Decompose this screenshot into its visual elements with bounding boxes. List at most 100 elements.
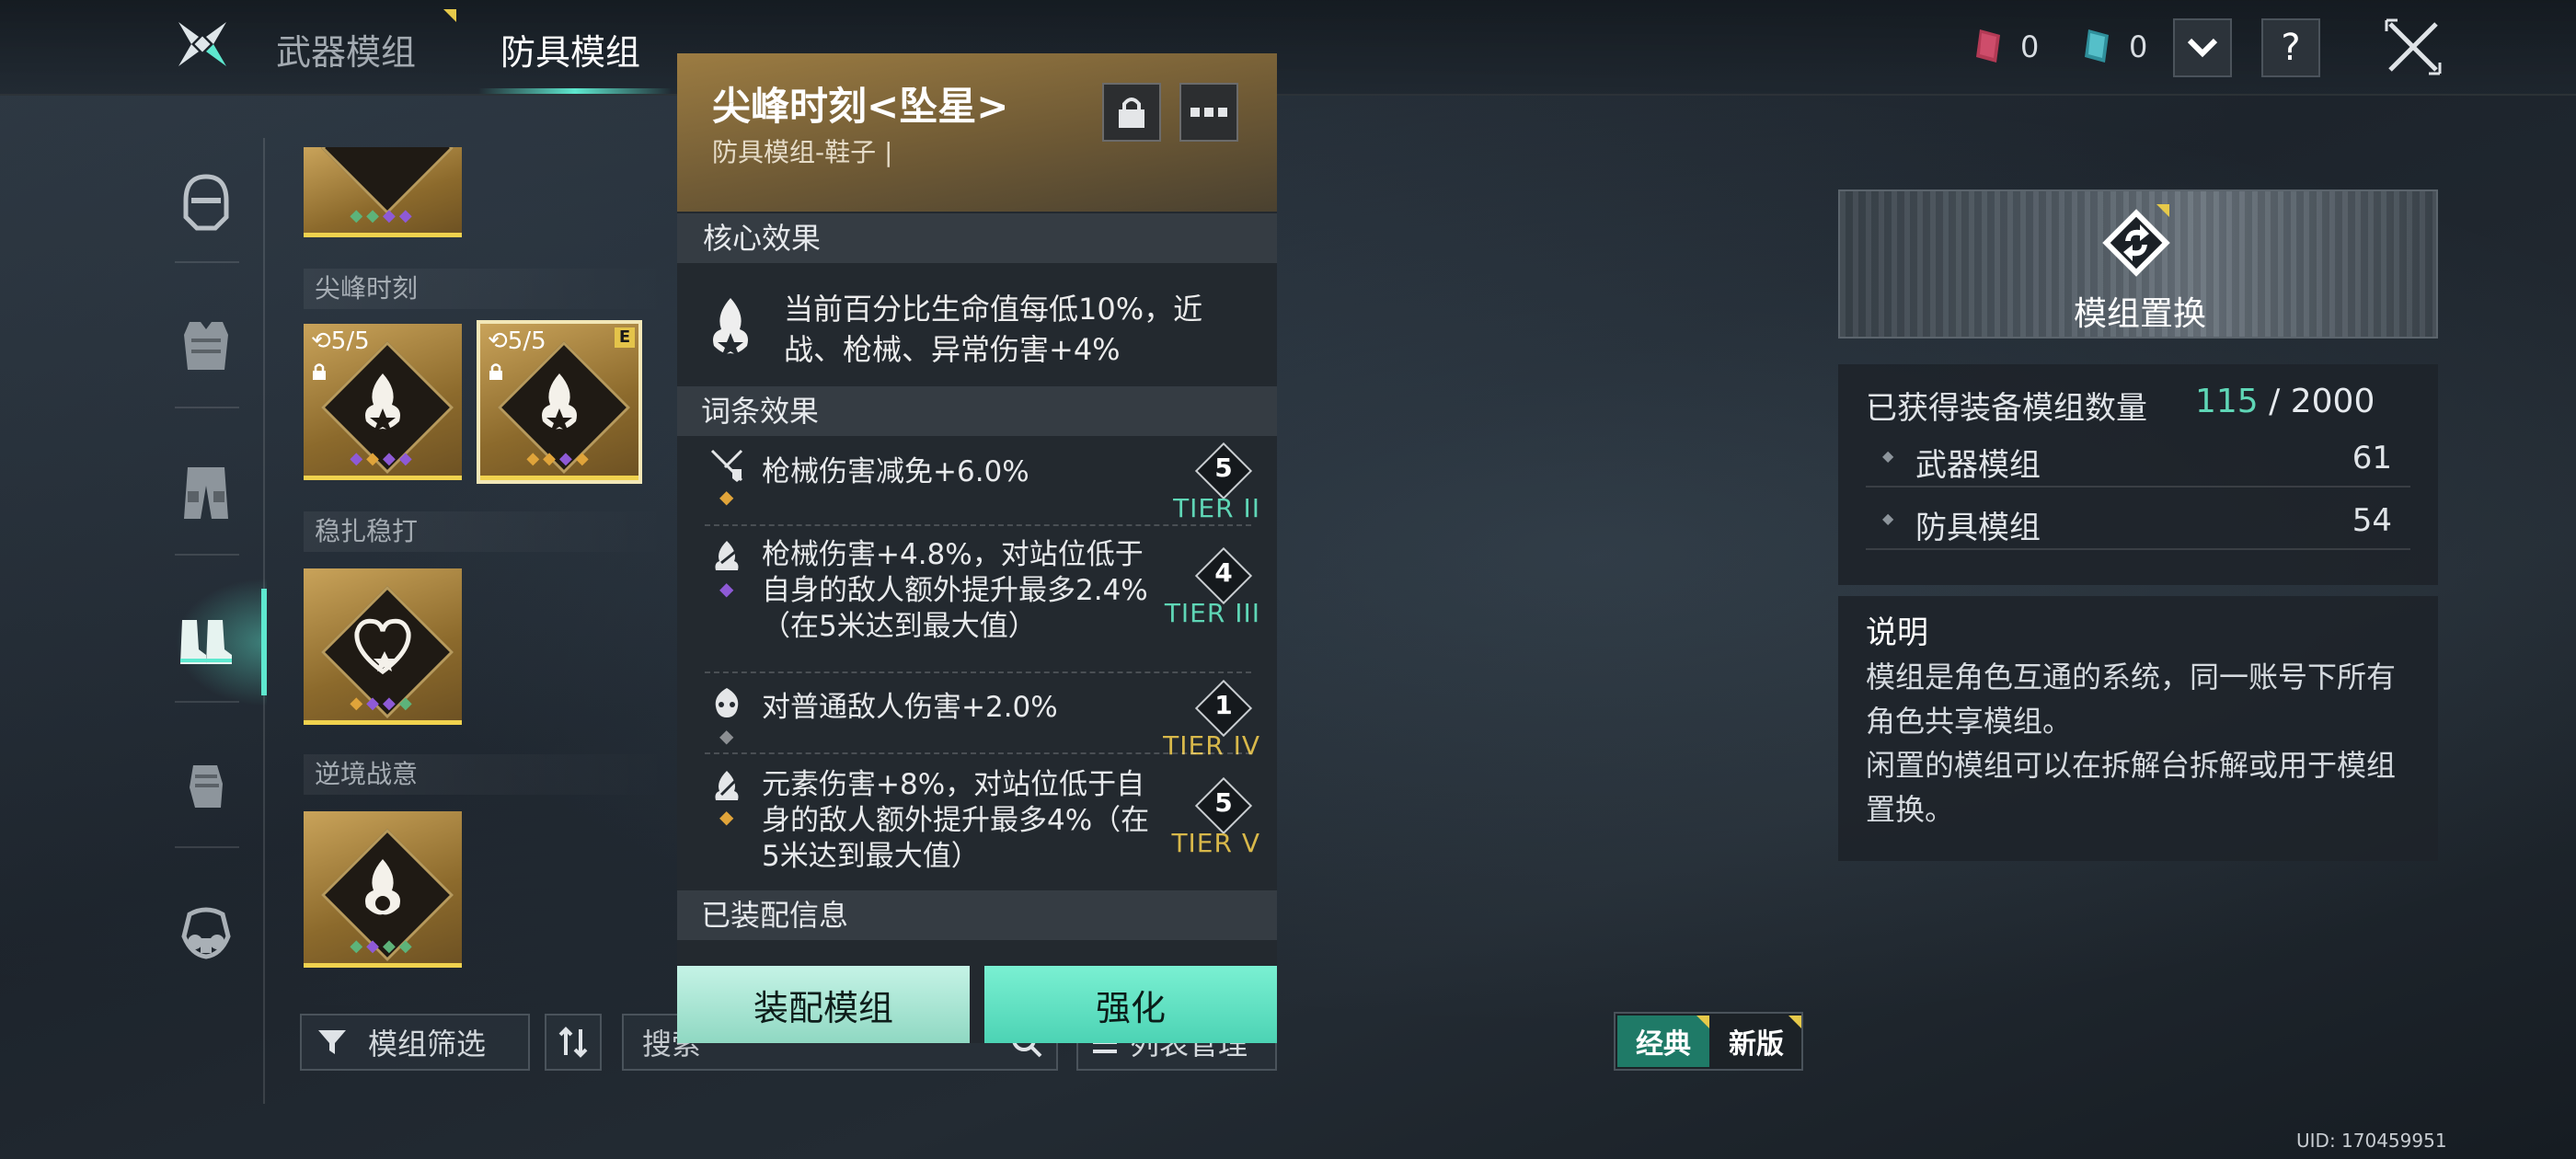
- gun-defense-icon: [710, 449, 743, 482]
- affix-text: 枪械伤害+4.8%，对站位低于自身的敌人额外提升最多2.4%（在5米达到最大值）: [762, 538, 1148, 643]
- stats-row-weapon: ◆ 武器模组 61: [1866, 434, 2410, 488]
- more-icon: [1190, 108, 1227, 117]
- new-indicator: [1788, 1016, 1801, 1028]
- affix-separator: [705, 752, 1251, 754]
- equipped-badge: E: [615, 327, 635, 348]
- filter-icon: [318, 1030, 346, 1054]
- flame-sigil-icon: [365, 859, 400, 915]
- chevron-down-icon: [2187, 38, 2218, 58]
- affix-row: ◆ 对普通敌人伤害+2.0% 1 TIER IV: [677, 675, 1277, 763]
- affix-level: 5: [1214, 787, 1233, 818]
- flame-sigil-icon: [365, 373, 400, 432]
- sort-button[interactable]: [545, 1014, 602, 1071]
- affix-separator: [705, 671, 1251, 673]
- replace-label: 模组置换: [2073, 295, 2206, 333]
- rarity-gems: ◆◆◆◆: [350, 694, 416, 713]
- affix-gem: ◆: [719, 806, 734, 828]
- nav-separator: [175, 846, 239, 848]
- close-icon: [2385, 18, 2442, 75]
- boots-icon[interactable]: [167, 603, 245, 681]
- module-filter-button[interactable]: 模组筛选: [300, 1014, 530, 1071]
- sort-icon: [558, 1027, 588, 1058]
- new-indicator: [2156, 204, 2169, 217]
- detail-header: 尖峰时刻<坠星> 防具模组-鞋子 |: [677, 53, 1277, 212]
- section-title: 稳扎稳打: [304, 511, 672, 552]
- core-effect-icon: [701, 294, 760, 359]
- flame-sigil-icon: [542, 373, 577, 432]
- nav-separator: [175, 701, 239, 703]
- owned-count-label: 已获得装备模组数量: [1866, 390, 2147, 427]
- help-icon: ?: [2281, 27, 2301, 69]
- section-title: 尖峰时刻: [304, 269, 672, 309]
- nav-separator: [175, 407, 239, 408]
- owned-count: 115 / 2000: [2195, 383, 2375, 420]
- module-card[interactable]: ◆◆◆◆: [304, 811, 462, 968]
- equip-module-button[interactable]: 装配模组: [677, 966, 970, 1043]
- new-indicator: [1696, 1016, 1709, 1028]
- affix-gem: ◆: [719, 578, 734, 600]
- helmet-icon[interactable]: [167, 164, 245, 241]
- affix-row: ◆ 枪械伤害+4.8%，对站位低于自身的敌人额外提升最多2.4%（在5米达到最大…: [677, 526, 1277, 655]
- bullet-icon: ◆: [1882, 510, 1894, 527]
- module-card-top-partial[interactable]: ◆◆◆◆: [304, 147, 462, 237]
- armor-vest-icon[interactable]: [167, 307, 245, 384]
- module-card-selected[interactable]: ⟲5/5 E ◆◆◆◆: [477, 320, 642, 484]
- help-button[interactable]: ?: [2261, 18, 2320, 77]
- enhance-button[interactable]: 强化: [984, 966, 1277, 1043]
- module-card[interactable]: ⟲5/5 ◆◆◆◆: [304, 324, 462, 480]
- tab-weapon-mods[interactable]: 武器模组: [276, 24, 416, 75]
- dropdown-button[interactable]: [2173, 18, 2232, 77]
- module-title: 尖峰时刻<坠星>: [712, 84, 1009, 129]
- affix-tier: TIER III: [1164, 598, 1260, 628]
- affix-text: 枪械伤害减免+6.0%: [762, 455, 1029, 488]
- nav-separator: [175, 261, 239, 263]
- new-indicator: [443, 9, 456, 22]
- pants-icon[interactable]: [167, 454, 245, 532]
- rarity-gems: ◆◆◆◆: [350, 449, 416, 468]
- module-detail-panel: 尖峰时刻<坠星> 防具模组-鞋子 | 核心效果 当前百分比生命值每低10%，近战…: [677, 53, 1277, 1043]
- module-level-count: ⟲5/5: [311, 327, 370, 355]
- nav-separator: [175, 554, 239, 556]
- core-effect-text: 当前百分比生命值每低10%，近战、枪械、异常伤害+4%: [784, 292, 1203, 367]
- affix-tier: TIER V: [1171, 828, 1260, 858]
- affix-gem: ◆: [719, 486, 734, 508]
- affix-effect-header: 词条效果: [677, 386, 1277, 436]
- lock-icon: [488, 362, 504, 381]
- affix-level: 1: [1214, 690, 1233, 720]
- lock-icon: [311, 362, 328, 381]
- style-classic-option[interactable]: 经典: [1617, 1016, 1709, 1067]
- core-effect-header: 核心效果: [677, 213, 1277, 263]
- rarity-gems: ◆◆◆◆: [350, 936, 416, 956]
- affix-text: 元素伤害+8%，对站位低于自身的敌人额外提升最多4%（在5米达到最大值）: [762, 768, 1150, 873]
- rarity-gems: ◆◆◆◆: [526, 449, 592, 468]
- bullet-icon: ◆: [1882, 447, 1894, 465]
- close-button[interactable]: [2385, 18, 2442, 75]
- gun-damage-icon: [715, 541, 741, 570]
- tab-armor-mods[interactable]: 防具模组: [500, 24, 640, 75]
- affix-level: 5: [1214, 453, 1233, 483]
- rarity-gems: ◆◆◆◆: [350, 206, 416, 225]
- lock-button[interactable]: [1102, 83, 1161, 142]
- active-tab-underline: [478, 88, 672, 94]
- module-level-count: ⟲5/5: [488, 327, 546, 355]
- module-replace-banner[interactable]: 模组置换: [1838, 189, 2438, 339]
- description-line: 模组是角色互通的系统，同一账号下所有角色共享模组。: [1866, 660, 2397, 739]
- module-stats-box: 已获得装备模组数量 115 / 2000 ◆ 武器模组 61 ◆ 防具模组 54: [1838, 364, 2438, 585]
- gloves-icon[interactable]: [167, 747, 245, 824]
- more-options-button[interactable]: [1179, 83, 1238, 142]
- module-subtitle: 防具模组-鞋子 |: [712, 137, 893, 167]
- module-card[interactable]: ◆◆◆◆: [304, 568, 462, 725]
- affix-text: 对普通敌人伤害+2.0%: [762, 691, 1058, 724]
- style-toggle: 经典 新版: [1614, 1012, 1803, 1071]
- affix-row: ◆ 枪械伤害减免+6.0% 5 TIER II: [677, 440, 1277, 530]
- affix-row: ◆ 元素伤害+8%，对站位低于自身的敌人额外提升最多4%（在5米达到最大值） 5…: [677, 756, 1277, 885]
- currency-a-count: 0: [2020, 29, 2040, 64]
- app-logo-icon: [175, 17, 230, 72]
- enemy-damage-icon: [715, 688, 739, 717]
- stats-row-armor: ◆ 防具模组 54: [1866, 497, 2410, 550]
- affix-level: 4: [1214, 557, 1233, 588]
- gas-mask-icon[interactable]: [167, 894, 245, 971]
- user-id: UID: 170459951: [2296, 1130, 2447, 1152]
- teal-crystal-icon: [2081, 28, 2112, 64]
- section-title: 逆境战意: [304, 754, 672, 795]
